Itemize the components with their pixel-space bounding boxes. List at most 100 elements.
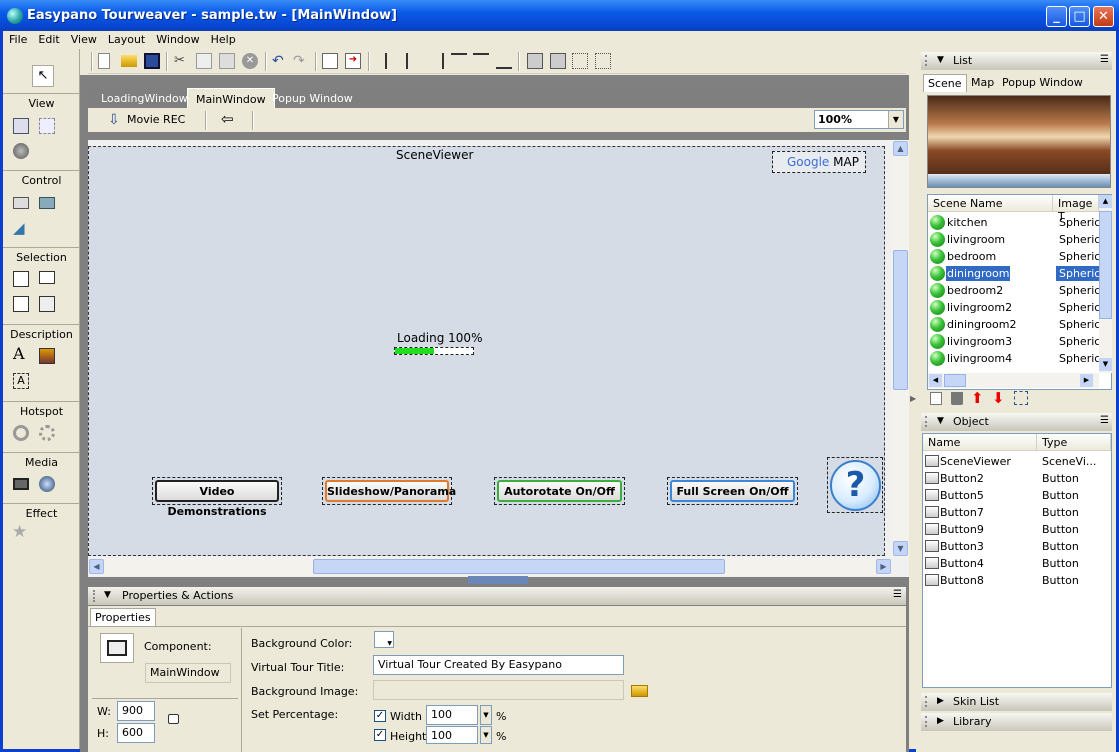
image-type-column-header[interactable]: Image T — [1053, 195, 1099, 223]
publish-icon[interactable]: ➜ — [345, 53, 361, 69]
copy-icon[interactable] — [196, 53, 212, 69]
scene-row[interactable]: diningroom2 Spherical — [928, 316, 1102, 333]
star-effect-tool-icon[interactable]: ★ — [12, 522, 28, 542]
tab-properties[interactable]: Properties — [90, 608, 156, 626]
object-type-column-header[interactable]: Type — [1037, 434, 1111, 451]
object-name-column-header[interactable]: Name — [923, 434, 1037, 451]
scene-viewer-tool-icon[interactable] — [13, 118, 29, 134]
bring-forward-icon[interactable] — [527, 53, 543, 69]
tour-title-field[interactable]: Virtual Tour Created By Easypano — [373, 655, 624, 675]
width-field[interactable]: 900 — [117, 701, 155, 721]
collapse-triangle-icon[interactable]: ▼ — [937, 416, 944, 426]
scroll-right-icon[interactable]: ▶ — [1080, 374, 1093, 387]
object-row[interactable]: Button8 Button — [923, 572, 1111, 589]
paste-icon[interactable] — [219, 53, 235, 69]
horizontal-scroll-thumb[interactable] — [313, 559, 725, 574]
button-tool-icon[interactable] — [13, 197, 29, 209]
new-file-icon[interactable] — [98, 53, 110, 69]
video-demonstrations-button[interactable]: Video Demonstrations — [152, 477, 282, 518]
width-percent-checkbox[interactable]: ✓ — [374, 710, 386, 722]
vertical-scroll-thumb[interactable] — [893, 250, 908, 390]
tree-tool-icon[interactable] — [39, 296, 55, 312]
height-percent-checkbox[interactable]: ✓ — [374, 729, 386, 741]
tab-scene[interactable]: Scene — [923, 74, 967, 92]
scene-name-column-header[interactable]: Scene Name — [928, 195, 1053, 212]
slider-tool-icon[interactable]: ◢ — [13, 220, 29, 236]
add-scene-icon[interactable] — [930, 392, 942, 405]
google-map-component[interactable]: Google MAP — [772, 151, 866, 173]
dock-collapse-icon[interactable]: ▶ — [910, 389, 916, 409]
panel-menu-icon[interactable]: ☰ — [1100, 54, 1109, 65]
align-left-icon[interactable] — [385, 53, 401, 69]
delete-icon[interactable]: ✕ — [242, 53, 258, 69]
width-percent-field[interactable]: 100 — [426, 705, 478, 725]
object-row[interactable]: Button5 Button — [923, 487, 1111, 504]
menu-window[interactable]: Window — [150, 31, 204, 46]
menu-edit[interactable]: Edit — [32, 31, 64, 46]
scroll-right-icon[interactable]: ▶ — [876, 559, 891, 574]
image-tool-icon[interactable] — [39, 348, 55, 364]
replace-scene-icon[interactable] — [1014, 391, 1028, 405]
height-field[interactable]: 600 — [117, 723, 155, 743]
tab-loading-window[interactable]: LoadingWindow — [93, 88, 196, 108]
align-middle-icon[interactable] — [473, 53, 489, 69]
same-height-icon[interactable] — [595, 53, 611, 69]
flash-tool-icon[interactable] — [39, 476, 55, 492]
align-right-icon[interactable] — [428, 53, 444, 69]
align-top-icon[interactable] — [451, 53, 467, 69]
scroll-up-icon[interactable]: ▲ — [893, 141, 908, 156]
scroll-left-icon[interactable]: ◀ — [929, 374, 942, 387]
same-width-icon[interactable] — [572, 53, 588, 69]
background-color-picker[interactable]: ▼ — [374, 631, 394, 648]
pointer-tool-icon[interactable]: ↖ — [32, 65, 54, 87]
scene-list-vertical-scrollbar[interactable]: ▲ ▼ — [1099, 195, 1112, 373]
full-screen-button[interactable]: Full Screen On/Off — [667, 477, 798, 505]
chevron-down-icon[interactable]: ▼ — [888, 111, 903, 128]
delete-scene-icon[interactable] — [951, 392, 963, 405]
scene-row[interactable]: livingroom Spherical — [928, 231, 1102, 248]
object-row[interactable]: Button4 Button — [923, 555, 1111, 572]
lock-icon[interactable] — [168, 714, 179, 724]
scroll-left-icon[interactable]: ◀ — [89, 559, 104, 574]
menu-view[interactable]: View — [65, 31, 102, 46]
preview-icon[interactable] — [322, 53, 338, 69]
scene-row[interactable]: bedroom2 Spherical — [928, 282, 1102, 299]
hotspot-tool-icon[interactable] — [13, 425, 29, 441]
expand-triangle-icon[interactable]: ▶ — [937, 716, 944, 726]
height-percent-field[interactable]: 100 — [426, 726, 478, 744]
redo-icon[interactable]: ↷ — [293, 53, 309, 69]
movie-rec-button[interactable]: Movie REC — [127, 113, 185, 126]
align-bottom-icon[interactable] — [496, 53, 512, 69]
help-button[interactable]: ? — [827, 457, 883, 513]
close-button[interactable]: ✕ — [1093, 6, 1114, 27]
scene-row[interactable]: diningroom Spherical — [928, 265, 1102, 282]
height-percent-dropdown-icon[interactable]: ▼ — [480, 726, 492, 744]
map-viewer-tool-icon[interactable] — [39, 118, 55, 134]
object-row[interactable]: SceneViewer SceneVi... — [923, 453, 1111, 470]
minimize-button[interactable]: _ — [1046, 6, 1067, 27]
menu-layout[interactable]: Layout — [102, 31, 150, 46]
radar-tool-icon[interactable] — [13, 143, 29, 159]
maximize-button[interactable]: □ — [1069, 6, 1090, 27]
save-icon[interactable] — [144, 53, 160, 69]
object-row[interactable]: Button2 Button — [923, 470, 1111, 487]
scroll-down-icon[interactable]: ▼ — [893, 541, 908, 556]
scene-row[interactable]: livingroom4 Spherical — [928, 350, 1102, 367]
back-arrow-icon[interactable]: ⇦ — [221, 110, 234, 128]
list-tool-icon[interactable] — [13, 296, 29, 312]
slideshow-panorama-button[interactable]: Slideshow/Panorama — [322, 477, 456, 505]
expand-triangle-icon[interactable]: ▶ — [937, 696, 944, 706]
video-tool-icon[interactable] — [13, 478, 29, 490]
thumbnail-tool-icon[interactable] — [13, 271, 29, 287]
polygon-hotspot-tool-icon[interactable] — [39, 425, 55, 441]
object-row[interactable]: Button7 Button — [923, 504, 1111, 521]
object-row[interactable]: Button3 Button — [923, 538, 1111, 555]
undo-icon[interactable]: ↶ — [272, 53, 288, 69]
autorotate-button[interactable]: Autorotate On/Off — [494, 477, 625, 505]
tab-popup-window[interactable]: Popup Window — [264, 88, 361, 108]
tab-map[interactable]: Map — [967, 74, 998, 92]
text-tool-icon[interactable]: A — [13, 345, 29, 363]
move-down-icon[interactable]: ⬇ — [992, 390, 1005, 406]
object-row[interactable]: Button9 Button — [923, 521, 1111, 538]
move-up-icon[interactable]: ⬆ — [971, 390, 984, 406]
